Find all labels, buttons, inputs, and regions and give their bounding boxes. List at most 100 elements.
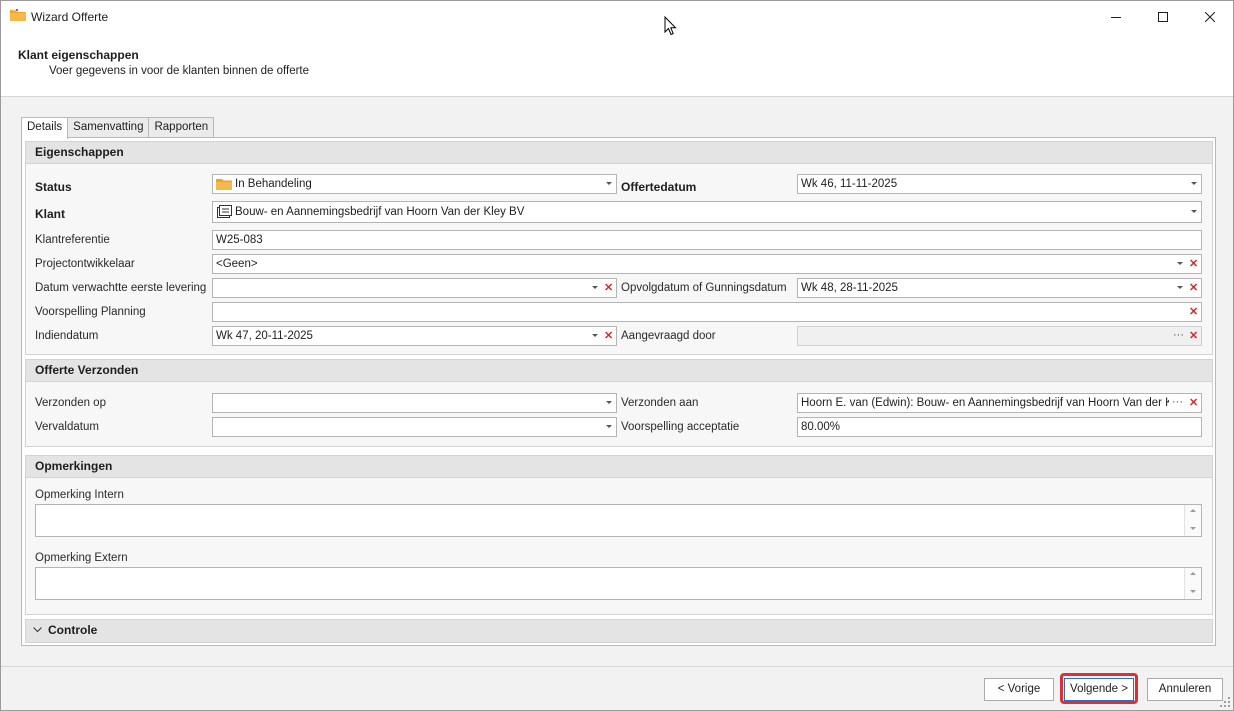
eigenschappen-header: Eigenschappen [26, 142, 1212, 164]
folder-app-icon [10, 9, 26, 21]
wizard-header: Klant eigenschappen Voer gegevens in voo… [1, 32, 1233, 97]
controle-group[interactable]: Controle [25, 619, 1213, 643]
indiendatum-value: Wk 47, 20-11-2025 [216, 330, 313, 342]
tab-details[interactable]: Details [21, 117, 69, 139]
opmerkingen-header: Opmerkingen [26, 456, 1212, 478]
chevron-down-icon[interactable] [606, 401, 612, 404]
klant-label: Klant [35, 207, 65, 221]
projectontwikkelaar-value: <Geen> [216, 258, 258, 270]
voorspelling-planning-label: Voorspelling Planning [35, 306, 146, 318]
details-panel: Eigenschappen Status In Behandeling Offe… [21, 137, 1216, 646]
chevron-down-icon[interactable] [1191, 210, 1197, 213]
maximize-icon [1158, 11, 1168, 22]
minimize-button[interactable] [1093, 1, 1139, 32]
offertedatum-label: Offertedatum [621, 180, 697, 194]
chevron-down-icon [33, 627, 42, 633]
close-button[interactable] [1187, 1, 1233, 32]
verzonden-op-field[interactable] [212, 393, 617, 413]
chevron-down-icon[interactable] [606, 182, 612, 185]
klantreferentie-label: Klantreferentie [35, 234, 110, 246]
ellipsis-icon[interactable]: ··· [1171, 394, 1184, 411]
datum-levering-field[interactable]: ✕ [212, 278, 617, 298]
ellipsis-icon[interactable]: ··· [1173, 327, 1184, 344]
verzonden-aan-field[interactable]: Hoorn E. van (Edwin): Bouw- en Aanneming… [797, 393, 1202, 413]
verzenden-group: Offerte Verzonden Verzonden op Verzonden… [25, 359, 1213, 447]
tab-samenvatting[interactable]: Samenvatting [67, 117, 150, 138]
scrollbar[interactable] [1184, 568, 1201, 599]
verzonden-op-label: Verzonden op [35, 397, 106, 409]
voorspelling-acceptatie-value: 80.00% [801, 421, 841, 433]
window-title: Wizard Offerte [31, 10, 109, 24]
scroll-down-icon[interactable] [1190, 527, 1196, 530]
tab-strip: Details Samenvatting Rapporten [21, 117, 215, 139]
chevron-down-icon[interactable] [606, 425, 612, 428]
clear-icon[interactable]: ✕ [1189, 282, 1198, 294]
scroll-down-icon[interactable] [1190, 590, 1196, 593]
opvolgdatum-label: Opvolgdatum of Gunningsdatum [621, 282, 787, 294]
cancel-button[interactable]: Annuleren [1147, 678, 1223, 701]
projectontwikkelaar-label: Projectontwikkelaar [35, 258, 135, 270]
clear-icon[interactable]: ✕ [1189, 258, 1198, 270]
offertedatum-value: Wk 46, 11-11-2025 [801, 178, 898, 190]
address-card-icon [217, 205, 232, 218]
clear-icon[interactable]: ✕ [604, 282, 613, 294]
status-value: In Behandeling [235, 178, 312, 190]
klantreferentie-input[interactable]: W25-083 [212, 230, 1202, 250]
offertedatum-field[interactable]: Wk 46, 11-11-2025 [797, 174, 1202, 194]
opmerkingen-group: Opmerkingen Opmerking Intern Opmerking E… [25, 455, 1213, 615]
maximize-button[interactable] [1140, 1, 1186, 32]
scrollbar[interactable] [1184, 505, 1201, 536]
scroll-up-icon[interactable] [1190, 572, 1196, 575]
mouse-cursor-icon [664, 16, 677, 36]
close-icon [1205, 11, 1215, 22]
verzonden-aan-label: Verzonden aan [621, 397, 699, 409]
aangevraagd-door-field[interactable]: ··· ✕ [797, 326, 1202, 346]
chevron-down-icon[interactable] [592, 286, 598, 289]
opmerking-intern-label: Opmerking Intern [35, 489, 124, 501]
indiendatum-label: Indiendatum [35, 330, 99, 342]
klant-value: Bouw- en Aannemingsbedrijf van Hoorn Van… [235, 206, 525, 218]
verzonden-aan-value: Hoorn E. van (Edwin): Bouw- en Aanneming… [801, 397, 1169, 409]
status-label: Status [35, 180, 72, 194]
controle-title: Controle [48, 623, 98, 637]
opvolgdatum-field[interactable]: Wk 48, 28-11-2025 ✕ [797, 278, 1202, 298]
klant-dropdown[interactable]: Bouw- en Aannemingsbedrijf van Hoorn Van… [212, 201, 1202, 223]
clear-icon[interactable]: ✕ [604, 330, 613, 342]
voorspelling-planning-input[interactable]: ✕ [212, 302, 1202, 322]
scroll-up-icon[interactable] [1190, 509, 1196, 512]
voorspelling-acceptatie-input[interactable]: 80.00% [797, 417, 1202, 437]
clear-icon[interactable]: ✕ [1189, 306, 1198, 318]
wizard-window: Wizard Offerte Klant eigenschappen Voer … [0, 0, 1234, 711]
previous-button[interactable]: < Vorige [984, 678, 1054, 701]
chevron-down-icon[interactable] [592, 334, 598, 337]
page-subtitle: Voer gegevens in voor de klanten binnen … [49, 65, 310, 77]
chevron-down-icon[interactable] [1177, 262, 1183, 265]
title-bar: Wizard Offerte [1, 1, 1233, 32]
chevron-down-icon[interactable] [1177, 286, 1183, 289]
vervaldatum-label: Vervaldatum [35, 421, 99, 433]
projectontwikkelaar-dropdown[interactable]: <Geen> ✕ [212, 254, 1202, 274]
opmerking-intern-textarea[interactable] [35, 504, 1202, 537]
tab-rapporten[interactable]: Rapporten [148, 117, 215, 138]
controle-header[interactable]: Controle [26, 620, 1212, 642]
minimize-icon [1111, 16, 1121, 18]
page-title: Klant eigenschappen [18, 48, 139, 62]
opmerking-extern-textarea[interactable] [35, 567, 1202, 600]
resize-grip-icon[interactable] [1220, 697, 1230, 707]
status-dropdown[interactable]: In Behandeling [212, 174, 617, 194]
voorspelling-acceptatie-label: Voorspelling acceptatie [621, 421, 740, 433]
folder-icon [216, 179, 232, 190]
aangevraagd-door-label: Aangevraagd door [621, 330, 716, 342]
datum-levering-label: Datum verwachtte eerste levering [35, 282, 207, 294]
chevron-down-icon[interactable] [1191, 182, 1197, 185]
eigenschappen-group: Eigenschappen Status In Behandeling Offe… [25, 141, 1213, 355]
clear-icon[interactable]: ✕ [1189, 397, 1198, 409]
klantreferentie-value: W25-083 [216, 234, 263, 246]
verzenden-header: Offerte Verzonden [26, 360, 1212, 382]
opmerking-extern-label: Opmerking Extern [35, 552, 128, 564]
indiendatum-field[interactable]: Wk 47, 20-11-2025 ✕ [212, 326, 617, 346]
opvolgdatum-value: Wk 48, 28-11-2025 [801, 282, 898, 294]
clear-icon[interactable]: ✕ [1189, 330, 1198, 342]
vervaldatum-field[interactable] [212, 417, 617, 437]
highlight-box [1060, 673, 1138, 704]
